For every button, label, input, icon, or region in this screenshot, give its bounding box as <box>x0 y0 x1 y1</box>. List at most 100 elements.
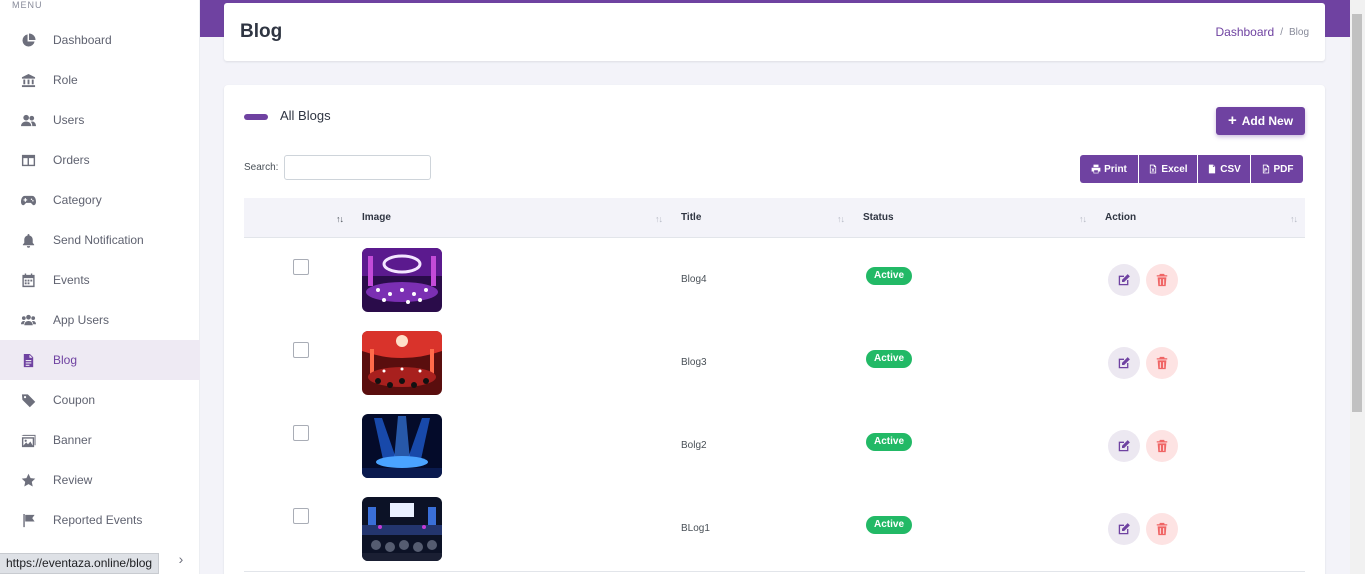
add-new-button[interactable]: + Add New <box>1216 107 1305 135</box>
sort-arrows-icon[interactable]: ↑↓ <box>1079 198 1087 238</box>
sidebar-item-reported-events[interactable]: Reported Events <box>0 500 200 540</box>
delete-button[interactable] <box>1146 513 1178 545</box>
sidebar-item-banner[interactable]: Banner <box>0 420 200 460</box>
sidebar-item-label: Banner <box>53 433 92 447</box>
excel-button[interactable]: Excel <box>1139 155 1197 183</box>
sidebar-item-label: Orders <box>53 153 90 167</box>
sidebar-item-dashboard[interactable]: Dashboard <box>0 20 200 60</box>
blog-title: Blog3 <box>681 357 707 368</box>
table-header: ↑↓ Image ↑↓ Title ↑↓ Status ↑↓ Action ↑↓ <box>244 198 1305 238</box>
page-title: Blog <box>240 21 283 42</box>
gamepad-icon <box>20 192 36 208</box>
sidebar-item-label: Role <box>53 73 78 87</box>
sidebar-item-label: App Users <box>53 313 110 327</box>
sidebar-item-send-notification[interactable]: Send Notification <box>0 220 200 260</box>
print-button[interactable]: Print <box>1080 155 1138 183</box>
sidebar-item-review[interactable]: Review <box>0 460 200 500</box>
sidebar-item-orders[interactable]: Orders <box>0 140 200 180</box>
search-input[interactable] <box>284 155 431 180</box>
menu-title: MENU <box>12 0 43 10</box>
edit-icon <box>1118 274 1130 286</box>
card-title-accent <box>244 114 268 120</box>
excel-label: Excel <box>1161 163 1188 175</box>
column-header-title[interactable]: Title <box>681 198 701 238</box>
file-text-icon <box>20 352 36 368</box>
edit-icon <box>1118 357 1130 369</box>
chevron-right-icon[interactable]: › <box>173 551 189 567</box>
sidebar-item-blog[interactable]: Blog <box>0 340 200 380</box>
csv-label: CSV <box>1220 163 1241 175</box>
table-bottom-border <box>244 571 1305 572</box>
row-checkbox[interactable] <box>293 342 309 358</box>
blog-thumbnail <box>362 414 442 478</box>
printer-icon <box>1091 164 1101 174</box>
calendar-icon <box>20 272 36 288</box>
blog-thumbnail <box>362 248 442 312</box>
breadcrumb-dashboard-link[interactable]: Dashboard <box>1215 25 1274 39</box>
sidebar-item-events[interactable]: Events <box>0 260 200 300</box>
edit-button[interactable] <box>1108 347 1140 379</box>
blog-title: Blog4 <box>681 274 707 285</box>
trash-icon <box>1156 273 1168 287</box>
layout-columns-icon <box>20 152 36 168</box>
sidebar-item-label: Blog <box>53 353 78 367</box>
status-bar-url: https://eventaza.online/blog <box>0 553 160 574</box>
image-icon <box>20 432 36 448</box>
sidebar-item-label: Users <box>53 113 85 127</box>
table-row: Blog4 Active <box>244 238 1305 321</box>
column-header-action[interactable]: Action <box>1105 198 1136 238</box>
trash-icon <box>1156 439 1168 453</box>
blog-thumbnail <box>362 497 442 561</box>
table-row: BLog1 Active <box>244 487 1305 570</box>
sidebar-item-role[interactable]: Role <box>0 60 200 100</box>
edit-icon <box>1118 440 1130 452</box>
blogs-card: All Blogs + Add New Search: Print Excel … <box>224 85 1325 574</box>
sort-arrows-icon[interactable]: ↑↓ <box>1290 198 1298 238</box>
delete-button[interactable] <box>1146 347 1178 379</box>
page-header: Blog Dashboard / Blog <box>224 3 1325 61</box>
sidebar-item-label: Dashboard <box>53 33 112 47</box>
export-buttons: Print Excel CSV PDF <box>1080 155 1303 183</box>
add-new-label: Add New <box>1241 114 1294 128</box>
sidebar: MENU Dashboard Role Users Orders Categor… <box>0 0 200 574</box>
search-label: Search: <box>244 162 279 173</box>
pdf-label: PDF <box>1273 163 1294 175</box>
trash-icon <box>1156 522 1168 536</box>
pie-chart-icon <box>20 32 36 48</box>
sidebar-item-coupon[interactable]: Coupon <box>0 380 200 420</box>
sidebar-item-category[interactable]: Category <box>0 180 200 220</box>
blog-title: Bolg2 <box>681 440 707 451</box>
sort-arrows-icon[interactable]: ↑↓ <box>336 198 344 238</box>
delete-button[interactable] <box>1146 430 1178 462</box>
edit-button[interactable] <box>1108 430 1140 462</box>
users-icon <box>20 112 36 128</box>
scrollbar-thumb[interactable] <box>1352 14 1362 412</box>
breadcrumb: Dashboard / Blog <box>1215 25 1309 39</box>
status-badge: Active <box>866 350 913 368</box>
table-row: Blog3 Active <box>244 321 1305 404</box>
row-checkbox[interactable] <box>293 425 309 441</box>
sidebar-item-label: Coupon <box>53 393 96 407</box>
tag-icon <box>20 392 36 408</box>
status-badge: Active <box>866 267 913 285</box>
sidebar-item-users[interactable]: Users <box>0 100 200 140</box>
sidebar-item-label: Reported Events <box>53 513 143 527</box>
pdf-button[interactable]: PDF <box>1251 155 1303 183</box>
sidebar-item-label: Send Notification <box>53 233 144 247</box>
sidebar-item-app-users[interactable]: App Users <box>0 300 200 340</box>
star-icon <box>20 472 36 488</box>
file-excel-icon <box>1150 164 1157 174</box>
edit-button[interactable] <box>1108 513 1140 545</box>
column-header-status[interactable]: Status <box>863 198 894 238</box>
csv-button[interactable]: CSV <box>1198 155 1250 183</box>
column-header-image[interactable]: Image <box>362 198 391 238</box>
status-badge: Active <box>866 433 913 451</box>
row-checkbox[interactable] <box>293 259 309 275</box>
blog-thumbnail <box>362 331 442 395</box>
sort-arrows-icon[interactable]: ↑↓ <box>655 198 663 238</box>
file-pdf-icon <box>1262 164 1269 174</box>
delete-button[interactable] <box>1146 264 1178 296</box>
row-checkbox[interactable] <box>293 508 309 524</box>
sort-arrows-icon[interactable]: ↑↓ <box>837 198 845 238</box>
edit-button[interactable] <box>1108 264 1140 296</box>
